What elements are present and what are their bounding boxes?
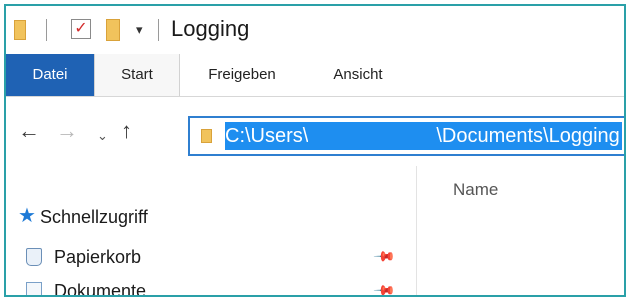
- forward-arrow-icon[interactable]: →: [56, 118, 78, 144]
- up-arrow-icon[interactable]: ↑: [121, 118, 132, 144]
- path-end: \Documents\Logging: [436, 125, 620, 147]
- toolbar-separator: [158, 19, 159, 41]
- tab-start[interactable]: Start: [94, 54, 180, 96]
- sidebar-item-documents[interactable]: Dokumente 📌: [6, 276, 406, 297]
- customize-quick-access-dropdown[interactable]: ▾: [136, 20, 143, 40]
- sidebar-item-label: Papierkorb: [54, 247, 142, 267]
- back-arrow-icon[interactable]: ←: [18, 118, 40, 144]
- toolbar-separator: [46, 19, 47, 41]
- folder-icon: [14, 20, 26, 40]
- address-path-input[interactable]: C:\Users\ \Documents\Logging: [225, 122, 622, 150]
- address-bar[interactable]: C:\Users\ \Documents\Logging: [188, 116, 624, 156]
- documents-icon: [26, 282, 42, 295]
- tab-view[interactable]: Ansicht: [318, 54, 398, 96]
- tab-file[interactable]: Datei: [6, 54, 94, 96]
- sidebar-item-label: Dokumente: [54, 281, 147, 297]
- recycle-bin-icon: [26, 248, 42, 266]
- new-folder-icon[interactable]: [106, 19, 120, 41]
- file-list: Name: [416, 166, 624, 295]
- sidebar-item-quick-access[interactable]: ★ Schnellzugriff: [6, 202, 406, 232]
- navigation-row: ← → ⌄ ↑ C:\Users\ \Documents\Logging: [6, 96, 624, 166]
- title-bar: ✓ ▾ Logging: [6, 6, 624, 54]
- sidebar-item-recycle-bin[interactable]: Papierkorb 📌: [6, 242, 406, 272]
- path-start: C:\Users\: [225, 125, 309, 147]
- properties-check-icon[interactable]: ✓: [71, 19, 91, 39]
- folder-icon: [201, 129, 212, 143]
- ribbon-tabs: Datei Start Freigeben Ansicht: [6, 54, 624, 97]
- star-icon: ★: [18, 205, 36, 227]
- navigation-pane: ★ Schnellzugriff Papierkorb 📌 Dokumente …: [6, 166, 416, 295]
- window-title: Logging: [171, 16, 250, 41]
- column-header-name[interactable]: Name: [453, 180, 498, 200]
- tab-share[interactable]: Freigeben: [196, 54, 288, 96]
- pin-icon[interactable]: 📌: [373, 244, 397, 268]
- recent-locations-chevron-icon[interactable]: ⌄: [97, 123, 108, 149]
- pin-icon[interactable]: 📌: [373, 278, 397, 295]
- redacted-username: [308, 122, 437, 150]
- file-explorer-window: ✓ ▾ Logging Datei Start Freigeben Ansich…: [4, 4, 626, 297]
- sidebar-item-label: Schnellzugriff: [40, 207, 148, 227]
